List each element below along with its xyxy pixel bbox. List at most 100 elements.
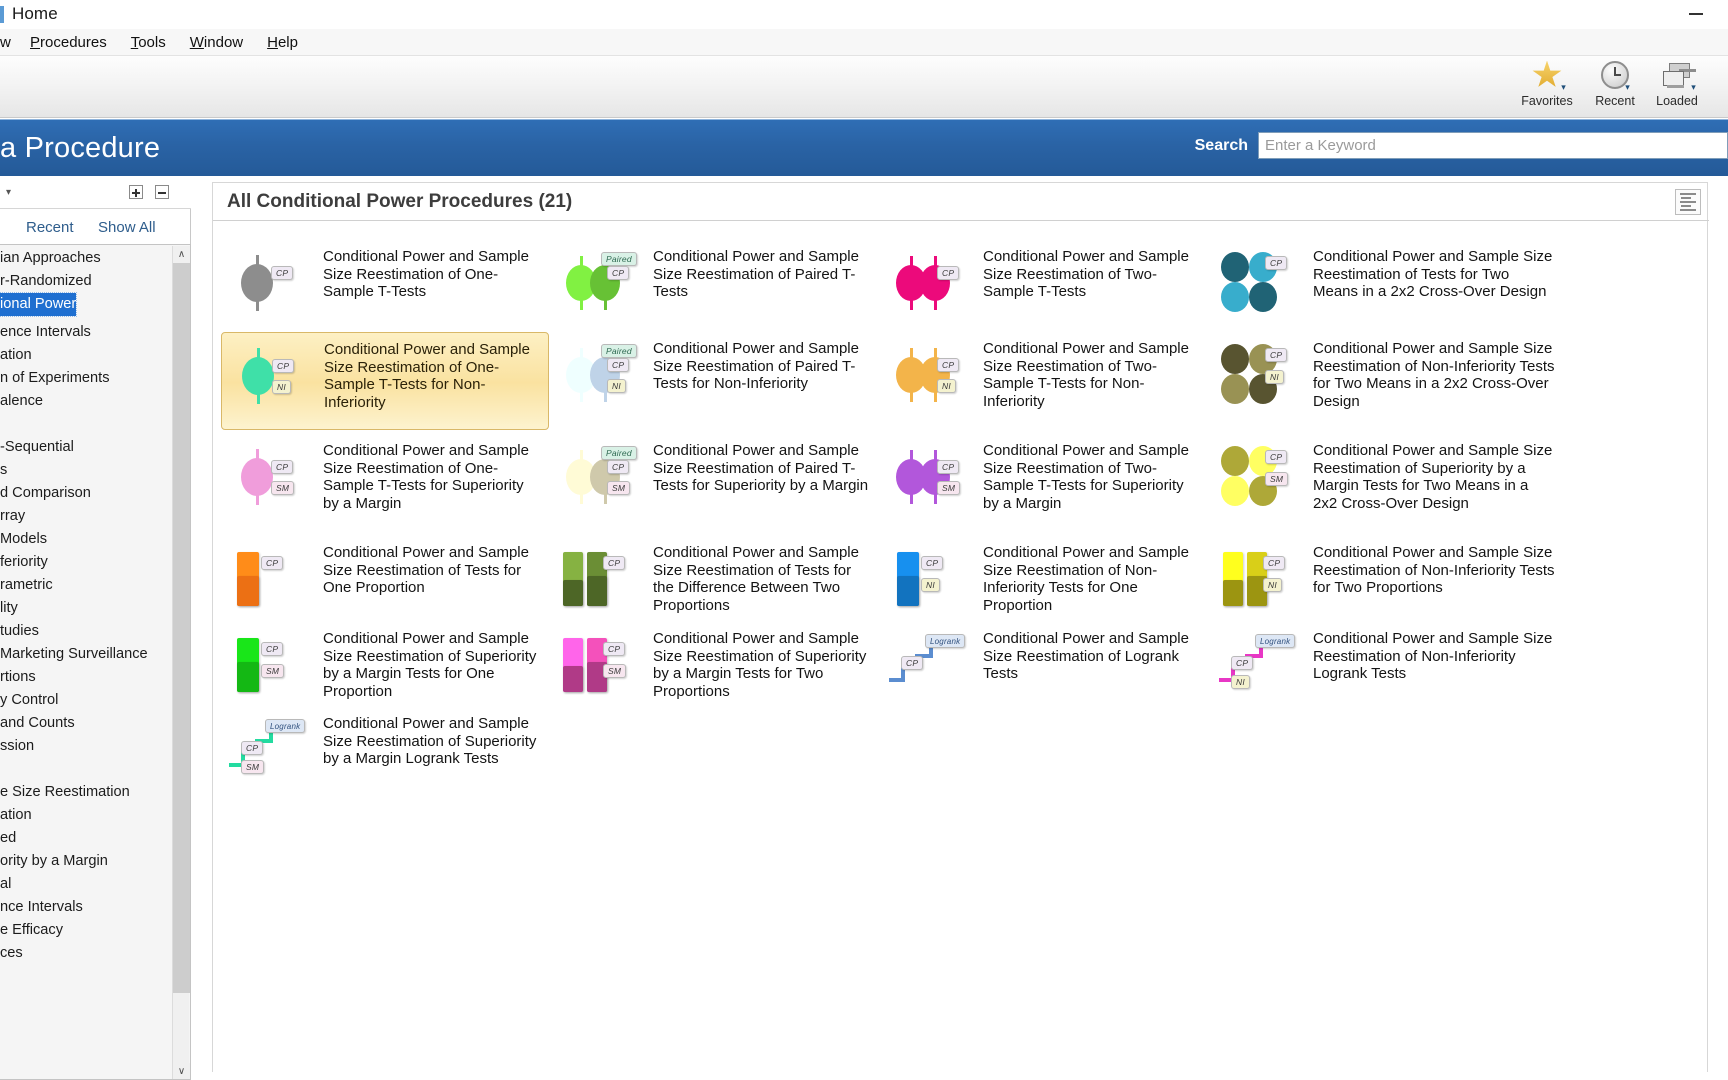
sidebar-item-1[interactable]: r-Randomized bbox=[0, 270, 170, 293]
sidebar-item-8[interactable]: -Sequential bbox=[0, 436, 170, 459]
tag-cp-icon: CP bbox=[1265, 348, 1288, 362]
procedure-item[interactable]: Paired CP SM Conditional Power and Sample S… bbox=[551, 434, 879, 532]
ribbon-label-favorites: Favorites bbox=[1521, 94, 1573, 108]
procedure-item[interactable]: CP Conditional Power and Sample Size Rees… bbox=[221, 240, 549, 326]
sidebar-item-30[interactable]: ces bbox=[0, 942, 170, 965]
recent-chevron-down-icon[interactable]: ▾ bbox=[1622, 82, 1633, 93]
tag-sm-icon: SM bbox=[271, 481, 295, 495]
sidebar-item-16[interactable]: tudies bbox=[0, 620, 170, 643]
sidebar-item-15[interactable]: lity bbox=[0, 597, 170, 620]
procedure-item[interactable]: CP Conditional Power and Sample Size Rees… bbox=[551, 536, 879, 622]
sidebar-item-23[interactable]: e Size Reestimation bbox=[0, 781, 170, 804]
sidebar-item-13[interactable]: feriority bbox=[0, 551, 170, 574]
sidebar-chevron-down-icon[interactable]: ▾ bbox=[6, 187, 11, 198]
procedure-item[interactable]: CP SM Conditional Power and Sample Size Re… bbox=[221, 434, 549, 532]
procedure-caption: Conditional Power and Sample Size Reesti… bbox=[983, 630, 1189, 682]
sidebar-item-3[interactable]: ence Intervals bbox=[0, 321, 170, 344]
procedure-caption: Conditional Power and Sample Size Reesti… bbox=[323, 442, 529, 512]
procedure-item[interactable]: CP SM Conditional Power and Sample Size Re… bbox=[881, 434, 1209, 532]
sidebar-item-4[interactable]: ation bbox=[0, 344, 170, 367]
sidebar-item-0[interactable]: ian Approaches bbox=[0, 247, 170, 270]
procedure-item[interactable]: CP NI Conditional Power and Sample Size Re… bbox=[1211, 536, 1561, 622]
list-view-icon[interactable] bbox=[1675, 189, 1701, 215]
procedure-item[interactable]: Logrank CP NI Conditional Power and Sample … bbox=[1211, 622, 1561, 708]
crossover-two-means-icon: CP bbox=[1217, 246, 1313, 320]
procedure-item[interactable]: CP NI Conditional Power and Sample Size Re… bbox=[881, 332, 1209, 430]
sidebar-item-27[interactable]: al bbox=[0, 873, 170, 896]
scrollbar-thumb[interactable] bbox=[173, 263, 190, 993]
procedure-item[interactable]: Logrank CP Conditional Power and Sample Si… bbox=[881, 622, 1209, 708]
sidebar-tab-show-all[interactable]: Show All bbox=[98, 219, 156, 236]
scroll-up-arrow-icon[interactable]: ∧ bbox=[173, 246, 190, 263]
procedure-item[interactable]: CP Conditional Power and Sample Size Rees… bbox=[221, 536, 549, 622]
two-proportions-ni-icon: CP NI bbox=[1217, 542, 1313, 616]
ribbon-group-favorites[interactable]: Favorites bbox=[1510, 58, 1584, 116]
tag-paired-icon: Paired bbox=[601, 344, 637, 358]
procedure-item[interactable]: CP Conditional Power and Sample Size Rees… bbox=[881, 240, 1209, 326]
sidebar-item-28[interactable]: nce Intervals bbox=[0, 896, 170, 919]
procedure-item[interactable]: CP SM Conditional Power and Sample Size Re… bbox=[551, 622, 879, 708]
tag-paired-icon: Paired bbox=[601, 252, 637, 266]
two-proportions-icon: CP bbox=[557, 542, 653, 616]
tag-sm-icon: SM bbox=[937, 481, 961, 495]
sidebar-item-24[interactable]: ation bbox=[0, 804, 170, 827]
procedure-item[interactable]: CP NI Conditional Power and Sample Size Re… bbox=[221, 332, 549, 430]
loaded-chevron-down-icon[interactable]: ▾ bbox=[1688, 82, 1699, 93]
procedure-caption: Conditional Power and Sample Size Reesti… bbox=[324, 341, 530, 411]
procedure-item[interactable]: Paired CP NI Conditional Power and Sample S… bbox=[551, 332, 879, 430]
procedure-caption: Conditional Power and Sample Size Reesti… bbox=[983, 544, 1189, 614]
sidebar-item-9[interactable]: s bbox=[0, 459, 170, 482]
sidebar-item-11[interactable]: rray bbox=[0, 505, 170, 528]
sidebar-item-17[interactable]: Marketing Surveillance bbox=[0, 643, 170, 666]
tag-sm-icon: SM bbox=[1265, 472, 1289, 486]
tag-ni-icon: NI bbox=[921, 578, 940, 592]
sidebar-item-29[interactable]: e Efficacy bbox=[0, 919, 170, 942]
sidebar-item-18[interactable]: rtions bbox=[0, 666, 170, 689]
tab-accent-bar bbox=[0, 5, 4, 23]
sidebar-item-5[interactable]: n of Experiments bbox=[0, 367, 170, 390]
two-sample-sm-icon: CP SM bbox=[887, 440, 983, 514]
procedure-item[interactable]: Paired CP Conditional Power and Sample Siz… bbox=[551, 240, 879, 326]
procedure-item[interactable]: CP NI Conditional Power and Sample Size Re… bbox=[881, 536, 1209, 622]
sidebar-item-12[interactable]: Models bbox=[0, 528, 170, 551]
search-input[interactable] bbox=[1258, 132, 1728, 159]
sidebar-item-26[interactable]: ority by a Margin bbox=[0, 850, 170, 873]
search-area: Search bbox=[1195, 132, 1728, 159]
sidebar-item-10[interactable]: d Comparison bbox=[0, 482, 170, 505]
sidebar-category-list[interactable]: ian Approaches r-Randomized ional Power enc… bbox=[0, 244, 191, 1080]
sidebar-item-14[interactable]: rametric bbox=[0, 574, 170, 597]
procedure-caption: Conditional Power and Sample Size Reesti… bbox=[1313, 442, 1553, 512]
menu-bar: w Procedures Tools Window Help bbox=[0, 29, 1728, 56]
procedure-item[interactable]: Logrank CP SM Conditional Power and Sample … bbox=[221, 707, 549, 793]
menu-item-clipped[interactable]: w bbox=[0, 31, 18, 54]
procedure-item[interactable]: CP SM Conditional Power and Sample Size Re… bbox=[221, 622, 549, 708]
logrank-icon: Logrank CP bbox=[887, 628, 983, 702]
collapse-all-icon[interactable] bbox=[155, 185, 169, 199]
ribbon-group-loaded[interactable]: Loaded bbox=[1640, 58, 1714, 116]
sidebar-item-21[interactable]: ssion bbox=[0, 735, 170, 758]
procedure-item[interactable]: CP SM Conditional Power and Sample Size Re… bbox=[1211, 434, 1561, 532]
tag-logrank-icon: Logrank bbox=[925, 634, 966, 648]
procedure-caption: Conditional Power and Sample Size Reesti… bbox=[983, 248, 1189, 300]
sidebar-item-25[interactable]: ed bbox=[0, 827, 170, 850]
expand-all-icon[interactable] bbox=[129, 185, 143, 199]
tag-sm-icon: SM bbox=[603, 664, 627, 678]
sidebar-scrollbar[interactable]: ∧ ∨ bbox=[172, 246, 190, 1079]
favorites-chevron-down-icon[interactable]: ▾ bbox=[1558, 82, 1569, 93]
sidebar-item-20[interactable]: and Counts bbox=[0, 712, 170, 735]
menu-item-window[interactable]: Window bbox=[178, 31, 255, 54]
procedure-item[interactable]: CP NI Conditional Power and Sample Size Re… bbox=[1211, 332, 1561, 430]
procedure-item[interactable]: CP Conditional Power and Sample Size Rees… bbox=[1211, 240, 1561, 326]
sidebar-item-19[interactable]: y Control bbox=[0, 689, 170, 712]
menu-item-tools[interactable]: Tools bbox=[119, 31, 178, 54]
tag-cp-icon: CP bbox=[261, 556, 284, 570]
minimize-button[interactable] bbox=[1678, 2, 1714, 26]
sidebar-item-6[interactable]: alence bbox=[0, 390, 170, 413]
sidebar-item-2[interactable]: ional Power bbox=[0, 292, 78, 317]
sidebar-tabs: Recent Show All bbox=[0, 212, 191, 242]
sidebar-tab-recent[interactable]: Recent bbox=[26, 219, 74, 236]
menu-item-procedures[interactable]: Procedures bbox=[18, 31, 119, 54]
menu-item-help[interactable]: Help bbox=[255, 31, 310, 54]
tag-cp-icon: CP bbox=[607, 460, 630, 474]
procedure-caption: Conditional Power and Sample Size Reesti… bbox=[653, 442, 869, 494]
